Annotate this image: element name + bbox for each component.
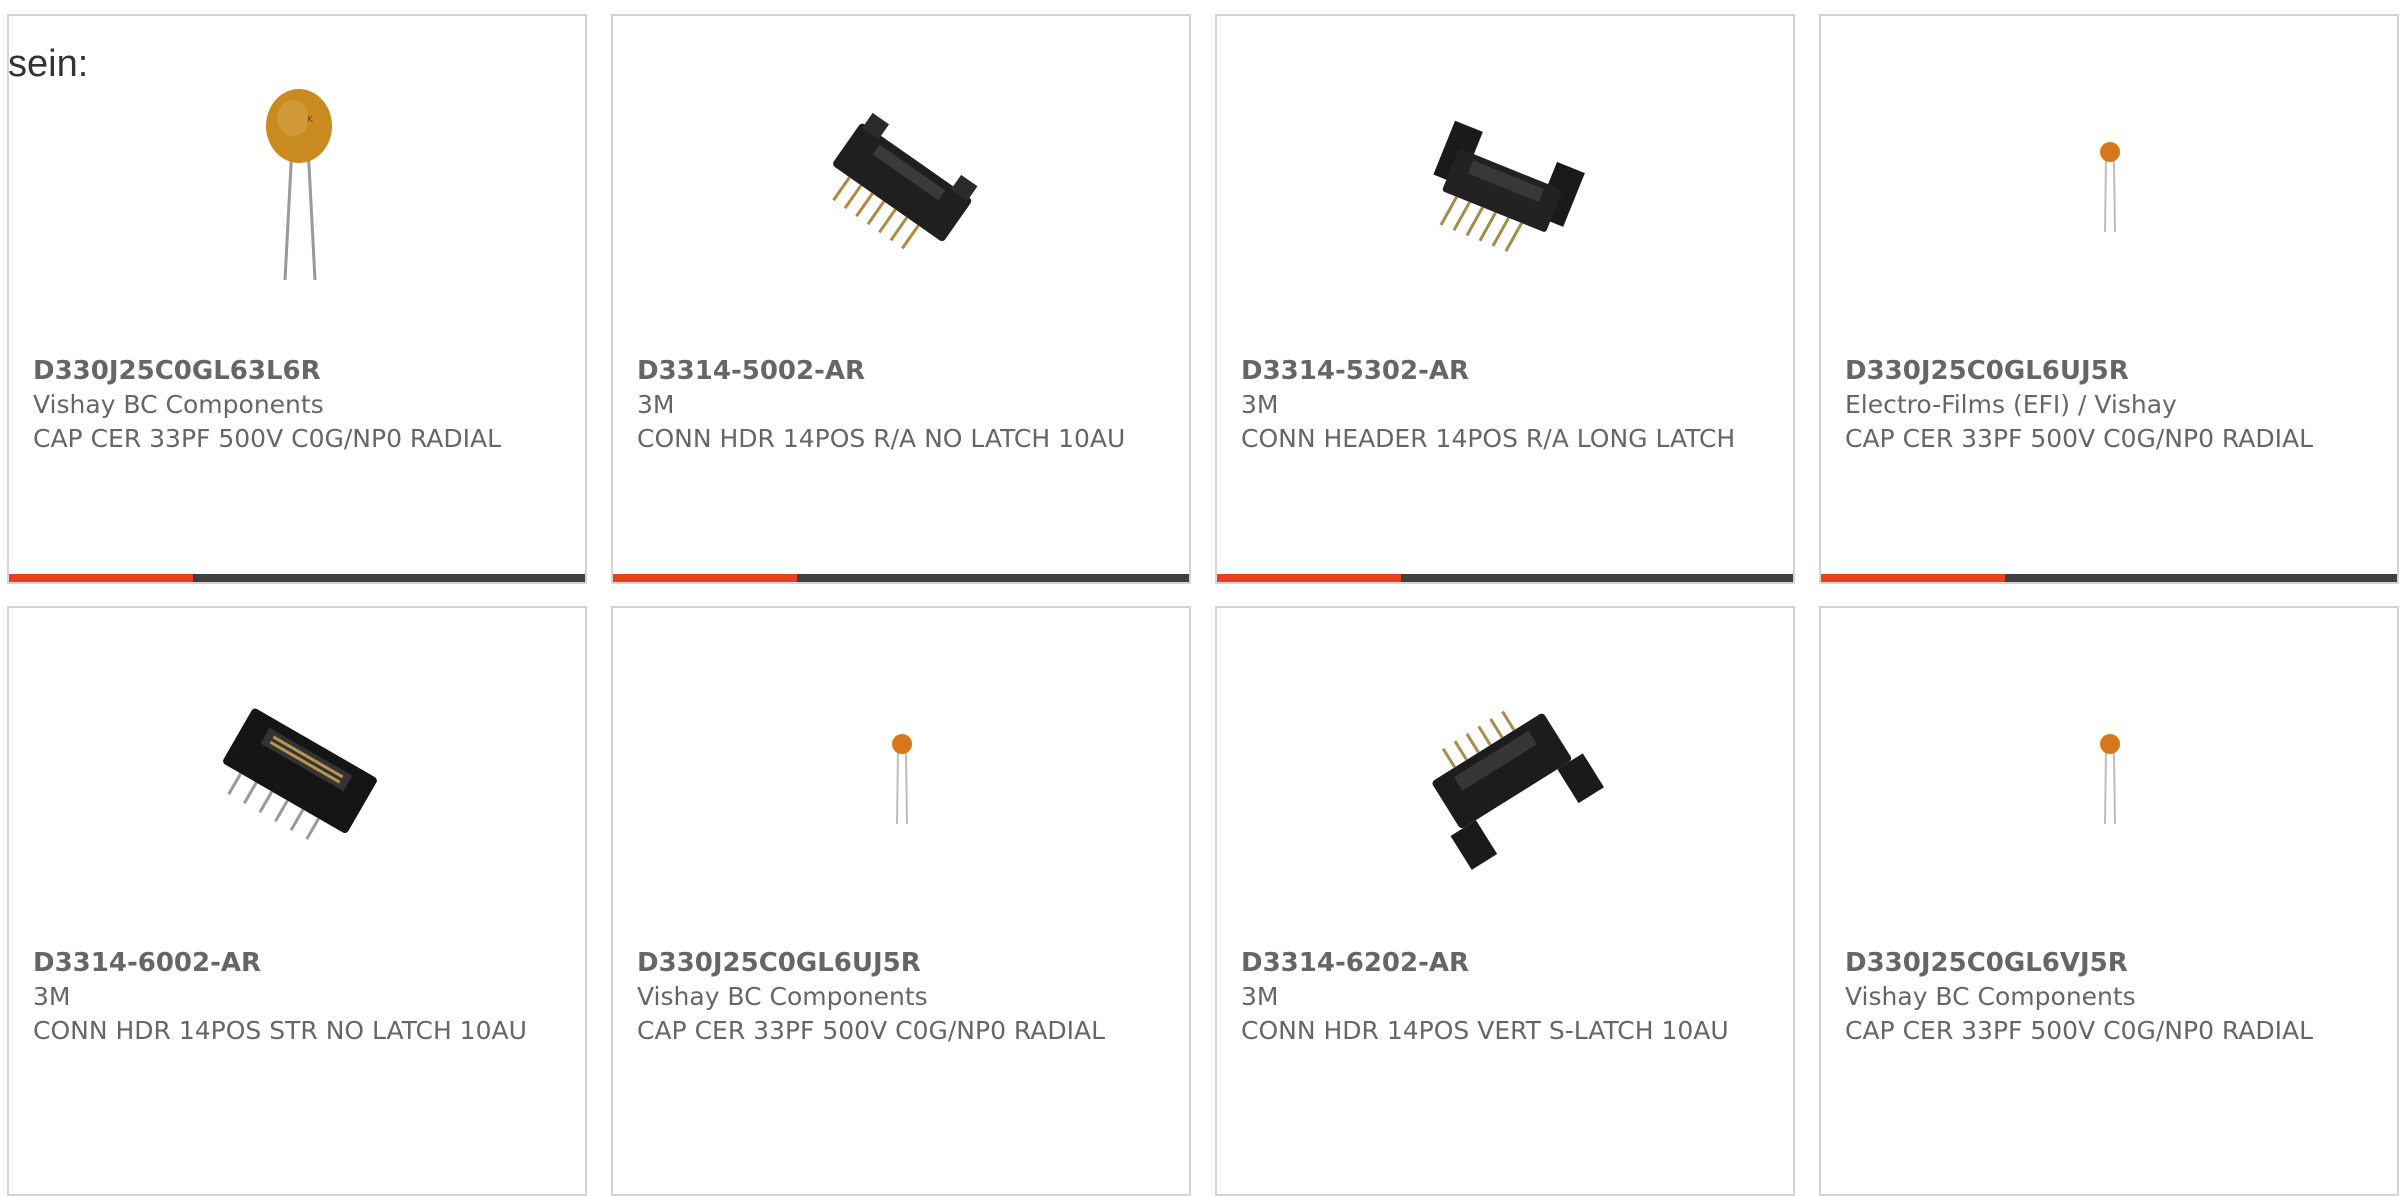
product-info: D330J25C0GL63L6R Vishay BC Components CA… <box>33 354 561 456</box>
card-footer-bar <box>1821 574 2397 582</box>
card-footer-bar <box>613 574 1189 582</box>
vertical-latch-header-icon[interactable] <box>1405 676 1605 876</box>
description: CONN HEADER 14POS R/A LONG LATCH <box>1241 424 1736 453</box>
manufacturer: 3M <box>1241 982 1279 1011</box>
manufacturer: 3M <box>637 390 675 419</box>
product-info: D3314-5002-AR 3M CONN HDR 14POS R/A NO L… <box>637 354 1165 456</box>
small-disc-capacitor-icon[interactable] <box>801 676 1001 876</box>
product-info: D330J25C0GL6UJ5R Vishay BC Components CA… <box>637 946 1165 1048</box>
part-number[interactable]: D3314-5302-AR <box>1241 354 1769 388</box>
product-card[interactable]: D330J25C0GL6UJ5R Vishay BC Components CA… <box>611 606 1191 1196</box>
description: CAP CER 33PF 500V C0G/NP0 RADIAL <box>1845 1016 2314 1045</box>
manufacturer: Electro-Films (EFI) / Vishay <box>1845 390 2177 419</box>
product-card[interactable]: D3314-5002-AR 3M CONN HDR 14POS R/A NO L… <box>611 14 1191 584</box>
product-card[interactable]: D3314-6202-AR 3M CONN HDR 14POS VERT S-L… <box>1215 606 1795 1196</box>
product-info: D3314-5302-AR 3M CONN HEADER 14POS R/A L… <box>1241 354 1769 456</box>
part-number[interactable]: D3314-5002-AR <box>637 354 1165 388</box>
right-angle-header-icon[interactable] <box>801 84 1001 284</box>
product-info: D330J25C0GL6UJ5R Electro-Films (EFI) / V… <box>1845 354 2373 456</box>
product-grid: K D330J25C0GL63L6R Vishay BC Components … <box>7 14 2400 1196</box>
product-card[interactable]: D3314-6002-AR 3M CONN HDR 14POS STR NO L… <box>7 606 587 1196</box>
part-number[interactable]: D330J25C0GL6VJ5R <box>1845 946 2373 980</box>
description: CONN HDR 14POS R/A NO LATCH 10AU <box>637 424 1126 453</box>
product-card[interactable]: K D330J25C0GL63L6R Vishay BC Components … <box>7 14 587 584</box>
manufacturer: Vishay BC Components <box>637 982 928 1011</box>
product-card[interactable]: D330J25C0GL6UJ5R Electro-Films (EFI) / V… <box>1819 14 2399 584</box>
part-number[interactable]: D330J25C0GL63L6R <box>33 354 561 388</box>
card-footer-bar <box>9 574 585 582</box>
description: CAP CER 33PF 500V C0G/NP0 RADIAL <box>1845 424 2314 453</box>
card-footer-accent <box>1217 574 1402 582</box>
manufacturer: Vishay BC Components <box>33 390 324 419</box>
latched-header-icon[interactable] <box>1405 84 1605 284</box>
description: CONN HDR 14POS VERT S-LATCH 10AU <box>1241 1016 1729 1045</box>
card-footer-bar <box>1217 574 1793 582</box>
product-info: D330J25C0GL6VJ5R Vishay BC Components CA… <box>1845 946 2373 1048</box>
intro-text: sein: <box>8 43 89 85</box>
product-card[interactable]: D3314-5302-AR 3M CONN HEADER 14POS R/A L… <box>1215 14 1795 584</box>
description: CAP CER 33PF 500V C0G/NP0 RADIAL <box>637 1016 1106 1045</box>
product-info: D3314-6202-AR 3M CONN HDR 14POS VERT S-L… <box>1241 946 1769 1048</box>
part-number[interactable]: D330J25C0GL6UJ5R <box>1845 354 2373 388</box>
part-number[interactable]: D3314-6202-AR <box>1241 946 1769 980</box>
part-number[interactable]: D3314-6002-AR <box>33 946 561 980</box>
straight-header-icon[interactable] <box>197 676 397 876</box>
part-number[interactable]: D330J25C0GL6UJ5R <box>637 946 1165 980</box>
product-info: D3314-6002-AR 3M CONN HDR 14POS STR NO L… <box>33 946 561 1048</box>
card-footer-accent <box>1821 574 2006 582</box>
manufacturer: 3M <box>33 982 71 1011</box>
card-footer-accent <box>9 574 194 582</box>
manufacturer: 3M <box>1241 390 1279 419</box>
small-disc-capacitor-icon[interactable] <box>2009 84 2209 284</box>
ceramic-disc-capacitor-icon[interactable]: K <box>197 84 397 284</box>
description: CAP CER 33PF 500V C0G/NP0 RADIAL <box>33 424 502 453</box>
card-footer-accent <box>613 574 798 582</box>
manufacturer: Vishay BC Components <box>1845 982 2136 1011</box>
product-card[interactable]: D330J25C0GL6VJ5R Vishay BC Components CA… <box>1819 606 2399 1196</box>
small-disc-capacitor-icon[interactable] <box>2009 676 2209 876</box>
description: CONN HDR 14POS STR NO LATCH 10AU <box>33 1016 527 1045</box>
